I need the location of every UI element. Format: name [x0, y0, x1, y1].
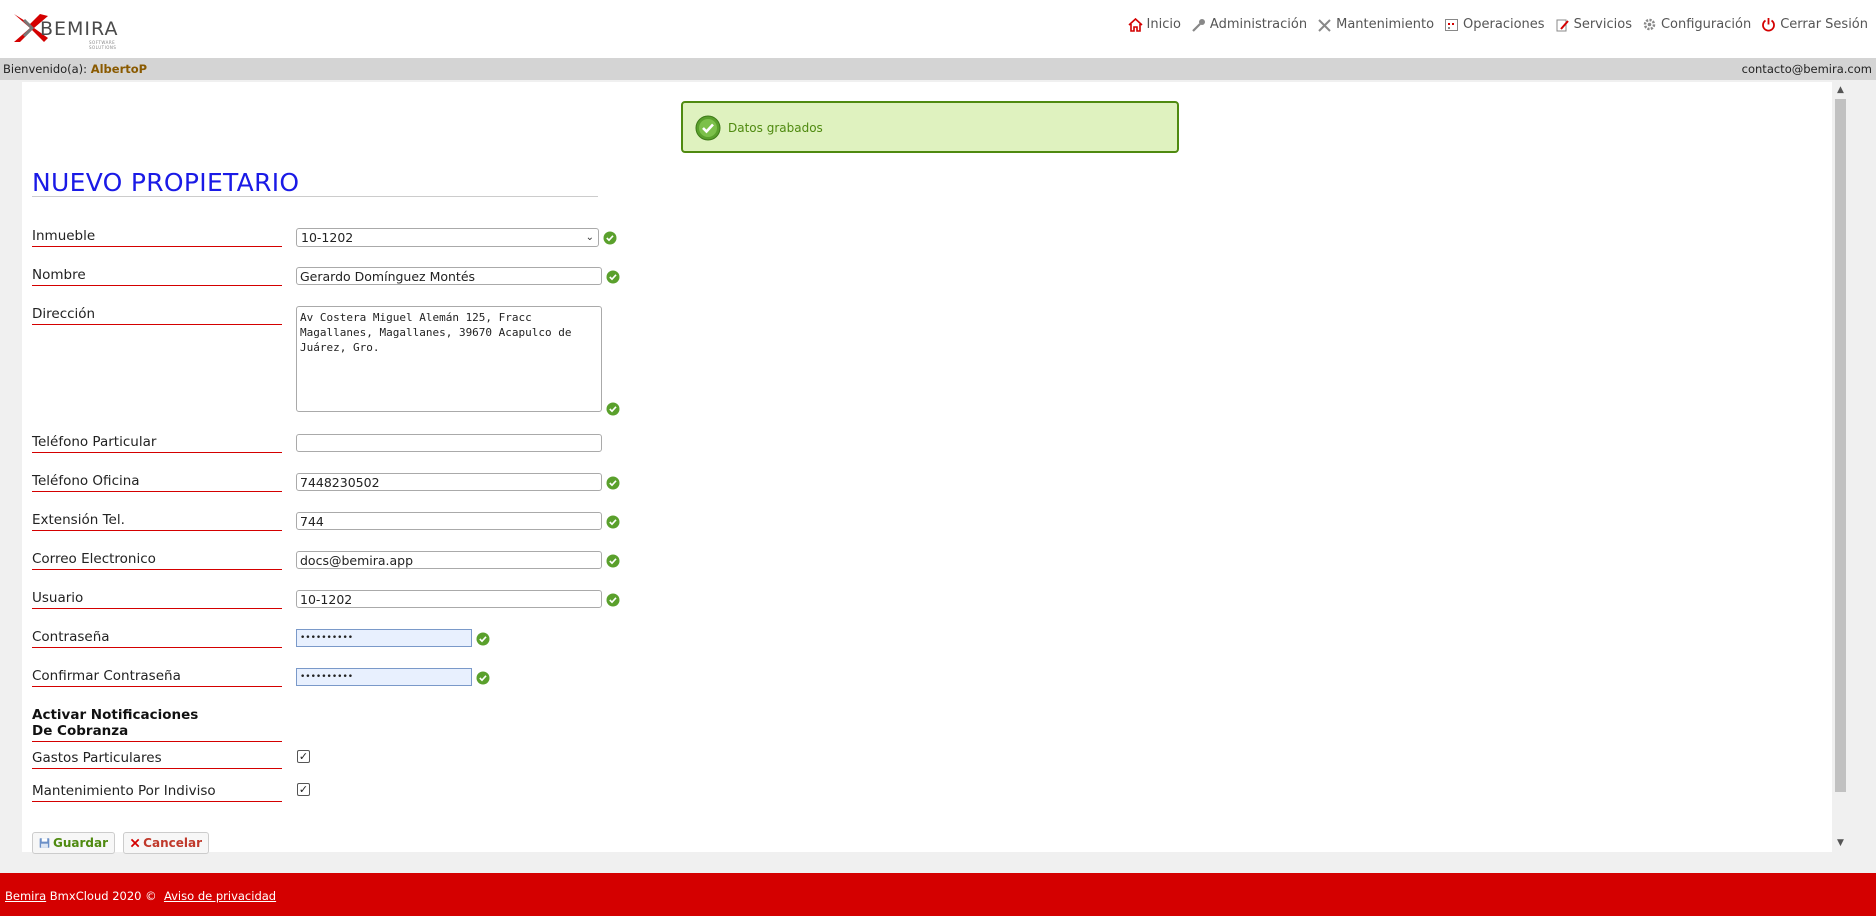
gastos-particulares-checkbox[interactable]: ✓ — [297, 750, 310, 763]
nav-item-cerrar-sesion[interactable]: Cerrar Sesión — [1761, 17, 1868, 32]
guardar-button[interactable]: Guardar — [32, 832, 115, 854]
direccion-label: Dirección — [32, 306, 282, 325]
scroll-down-arrow-icon[interactable]: ▼ — [1832, 835, 1849, 852]
top-header: BEMIRA SOFTWARE SOLUTIONS Inicio Adminis… — [0, 0, 1876, 58]
valid-check-icon — [606, 402, 620, 416]
close-icon — [130, 838, 140, 848]
contact-email: contacto@bemira.com — [1741, 62, 1872, 76]
tools-icon — [1318, 18, 1331, 32]
cancelar-button[interactable]: Cancelar — [123, 832, 209, 854]
power-icon — [1762, 18, 1776, 32]
telefono-oficina-label: Teléfono Oficina — [32, 473, 282, 492]
nav-label: Administración — [1209, 17, 1308, 32]
nombre-input[interactable] — [296, 267, 602, 285]
inmueble-selected-value: 10-1202 — [301, 230, 354, 245]
cancelar-label: Cancelar — [143, 836, 202, 850]
contrasena-input[interactable]: •••••••••• — [296, 629, 472, 647]
direccion-textarea[interactable]: Av Costera Miguel Alemán 125, Fracc Maga… — [296, 306, 602, 412]
nombre-label: Nombre — [32, 267, 282, 286]
home-icon — [1127, 17, 1143, 32]
nav-label: Inicio — [1146, 17, 1181, 32]
valid-check-icon — [476, 671, 490, 685]
mantenimiento-indiviso-checkbox[interactable]: ✓ — [297, 783, 310, 796]
gastos-particulares-label: Gastos Particulares — [32, 750, 282, 769]
nav-label: Configuración — [1660, 17, 1752, 32]
footer-copyright: BmxCloud 2020 © — [49, 889, 157, 903]
pencil-icon — [1556, 19, 1569, 31]
notificaciones-heading: Activar Notificaciones De Cobranza — [32, 707, 282, 742]
check-circle-icon — [695, 115, 721, 141]
footer-text: Bemira BmxCloud 2020 © Aviso de privacid… — [5, 889, 276, 903]
confirmar-contrasena-label: Confirmar Contraseña — [32, 668, 282, 687]
page-title: NUEVO PROPIETARIO — [32, 168, 300, 197]
content-frame: Datos grabados NUEVO PROPIETARIO Inmuebl… — [22, 82, 1849, 854]
nav-item-inicio[interactable]: Inicio — [1127, 17, 1181, 32]
scroll-thumb[interactable] — [1835, 99, 1846, 792]
usuario-label: Usuario — [32, 590, 282, 609]
welcome-user: AlbertoP — [90, 62, 148, 76]
save-icon — [39, 838, 50, 848]
welcome-bar: Bienvenido(a): AlbertoP contacto@bemira.… — [0, 58, 1876, 80]
page-footer: Bemira BmxCloud 2020 © Aviso de privacid… — [0, 873, 1876, 916]
key-icon — [1192, 18, 1205, 32]
valid-check-icon — [606, 270, 620, 284]
nav-item-operaciones[interactable]: Operaciones — [1444, 17, 1545, 32]
title-divider — [32, 196, 598, 197]
nav-label: Servicios — [1573, 17, 1632, 32]
valid-check-icon — [606, 554, 620, 568]
scroll-up-arrow-icon[interactable]: ▲ — [1832, 82, 1849, 99]
calendar-icon — [1445, 18, 1459, 31]
vertical-scrollbar[interactable]: ▲ ▼ — [1832, 82, 1849, 852]
welcome-text: Bienvenido(a): AlbertoP — [3, 58, 147, 80]
contrasena-label: Contraseña — [32, 629, 282, 648]
valid-check-icon — [606, 515, 620, 529]
logo-subtitle: SOFTWARE SOLUTIONS — [89, 40, 117, 50]
nav-label: Cerrar Sesión — [1780, 17, 1868, 32]
confirmar-contrasena-input[interactable]: •••••••••• — [296, 668, 472, 686]
guardar-label: Guardar — [52, 836, 108, 850]
welcome-prefix: Bienvenido(a): — [3, 62, 88, 76]
main-nav: Inicio Administración Mantenimiento Oper… — [1118, 17, 1868, 32]
usuario-input[interactable] — [296, 590, 602, 608]
bemira-logo[interactable]: BEMIRA SOFTWARE SOLUTIONS — [10, 6, 140, 50]
valid-check-icon — [606, 593, 620, 607]
nav-label: Mantenimiento — [1336, 17, 1435, 32]
nav-item-mantenimiento[interactable]: Mantenimiento — [1317, 17, 1434, 32]
extension-label: Extensión Tel. — [32, 512, 282, 531]
valid-check-icon — [476, 632, 490, 646]
chevron-down-icon: ⌄ — [585, 232, 594, 243]
success-message: Datos grabados — [681, 101, 1179, 153]
inmueble-select[interactable]: 10-1202 ⌄ — [296, 228, 599, 247]
footer-brand-link[interactable]: Bemira — [5, 889, 46, 903]
privacy-link[interactable]: Aviso de privacidad — [164, 889, 276, 903]
correo-label: Correo Electronico — [32, 551, 282, 570]
telefono-particular-input[interactable] — [296, 434, 602, 452]
inmueble-label: Inmueble — [32, 228, 282, 247]
success-message-text: Datos grabados — [728, 121, 823, 135]
telefono-oficina-input[interactable] — [296, 473, 602, 491]
extension-input[interactable] — [296, 512, 602, 530]
correo-input[interactable] — [296, 551, 602, 569]
nav-item-configuracion[interactable]: Configuración — [1642, 17, 1751, 32]
mantenimiento-indiviso-label: Mantenimiento Por Indiviso — [32, 783, 282, 802]
valid-check-icon — [606, 476, 620, 490]
nav-item-servicios[interactable]: Servicios — [1555, 17, 1632, 32]
telefono-particular-label: Teléfono Particular — [32, 434, 282, 453]
valid-check-icon — [603, 231, 617, 245]
nav-label: Operaciones — [1463, 17, 1545, 32]
gear-icon — [1643, 18, 1656, 31]
logo-text: BEMIRA — [40, 18, 119, 40]
nav-item-administracion[interactable]: Administración — [1191, 17, 1307, 32]
